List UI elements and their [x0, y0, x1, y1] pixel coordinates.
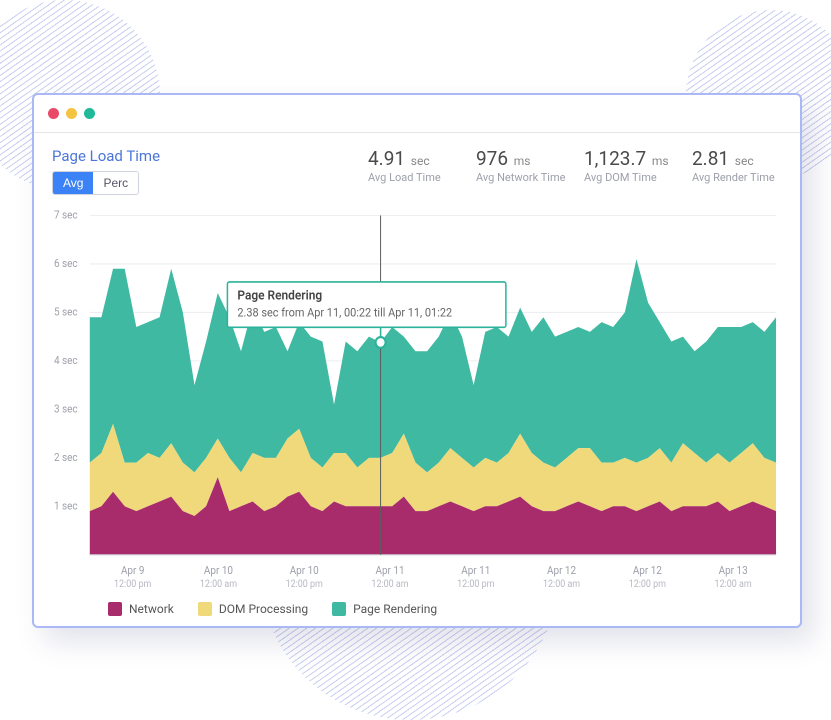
svg-text:4 sec: 4 sec: [54, 354, 78, 368]
content-area: Page Load Time Avg Perc 4.91 secAvg Load…: [34, 133, 800, 626]
svg-text:3 sec: 3 sec: [54, 402, 78, 416]
legend-label: Page Rendering: [353, 602, 437, 616]
metric-unit: sec: [411, 154, 430, 168]
window-zoom-icon[interactable]: [84, 108, 95, 119]
legend-item: DOM Processing: [198, 602, 308, 616]
legend-swatch: [332, 602, 346, 616]
window-minimize-icon[interactable]: [66, 108, 77, 119]
svg-text:Apr 12: Apr 12: [547, 564, 576, 578]
window-close-icon[interactable]: [48, 108, 59, 119]
svg-text:6 sec: 6 sec: [54, 257, 78, 271]
title-block: Page Load Time Avg Perc: [52, 147, 160, 195]
metric-label: Avg DOM Time: [584, 171, 674, 184]
metric-2: 1,123.7 msAvg DOM Time: [584, 147, 674, 184]
chart-area[interactable]: 1 sec 2 sec 3 sec 4 sec 5 sec 6 sec 7 sec Apr 9…: [52, 209, 782, 598]
metric-value: 1,123.7 ms: [584, 147, 674, 170]
page-title: Page Load Time: [52, 147, 160, 165]
legend: Network DOM Processing Page Rendering: [52, 598, 782, 616]
metric-1: 976 msAvg Network Time: [476, 147, 566, 184]
svg-text:5 sec: 5 sec: [54, 305, 78, 319]
svg-text:2 sec: 2 sec: [54, 451, 78, 465]
metric-unit: ms: [514, 154, 531, 168]
app-window: Page Load Time Avg Perc 4.91 secAvg Load…: [32, 93, 802, 628]
metric-label: Avg Network Time: [476, 171, 566, 184]
svg-text:12:00 pm: 12:00 pm: [457, 579, 494, 590]
svg-text:12:00 pm: 12:00 pm: [114, 579, 151, 590]
metric-unit: ms: [652, 154, 669, 168]
avg-perc-toggle: Avg Perc: [52, 171, 139, 195]
svg-text:1 sec: 1 sec: [54, 499, 78, 513]
svg-text:12:00 pm: 12:00 pm: [286, 579, 323, 590]
svg-text:12:00 am: 12:00 am: [371, 579, 408, 590]
svg-text:Apr 10: Apr 10: [290, 564, 319, 578]
svg-text:Apr 9: Apr 9: [121, 564, 145, 578]
toggle-perc-button[interactable]: Perc: [93, 172, 138, 194]
stacked-area-chart: 1 sec 2 sec 3 sec 4 sec 5 sec 6 sec 7 sec Apr 9…: [52, 209, 782, 598]
metric-0: 4.91 secAvg Load Time: [368, 147, 458, 184]
window-titlebar: [34, 95, 800, 133]
metric-label: Avg Load Time: [368, 171, 458, 184]
svg-text:Apr 13: Apr 13: [719, 564, 748, 578]
metric-value: 2.81 sec: [692, 147, 782, 170]
metrics-group: 4.91 secAvg Load Time 976 msAvg Network T…: [368, 147, 782, 184]
legend-item: Page Rendering: [332, 602, 437, 616]
svg-text:7 sec: 7 sec: [54, 209, 78, 222]
header-row: Page Load Time Avg Perc 4.91 secAvg Load…: [52, 147, 782, 195]
svg-text:Apr 11: Apr 11: [375, 564, 404, 578]
legend-swatch: [108, 602, 122, 616]
metric-unit: sec: [735, 154, 754, 168]
svg-text:12:00 am: 12:00 am: [543, 579, 580, 590]
svg-text:2.38 sec from Apr 11, 00:22 ti: 2.38 sec from Apr 11, 00:22 till Apr 11,…: [237, 305, 452, 320]
metric-value: 4.91 sec: [368, 147, 458, 170]
svg-text:12:00 am: 12:00 am: [200, 579, 237, 590]
legend-label: Network: [129, 602, 174, 616]
svg-text:Apr 11: Apr 11: [461, 564, 490, 578]
svg-text:12:00 am: 12:00 am: [715, 579, 752, 590]
svg-text:12:00 pm: 12:00 pm: [629, 579, 666, 590]
metric-label: Avg Render Time: [692, 171, 782, 184]
metric-value: 976 ms: [476, 147, 566, 170]
svg-text:Apr 10: Apr 10: [204, 564, 233, 578]
toggle-avg-button[interactable]: Avg: [53, 172, 93, 194]
metric-3: 2.81 secAvg Render Time: [692, 147, 782, 184]
legend-item: Network: [108, 602, 174, 616]
svg-text:Apr 12: Apr 12: [633, 564, 662, 578]
legend-label: DOM Processing: [219, 602, 308, 616]
legend-swatch: [198, 602, 212, 616]
svg-text:Page Rendering: Page Rendering: [237, 288, 322, 304]
